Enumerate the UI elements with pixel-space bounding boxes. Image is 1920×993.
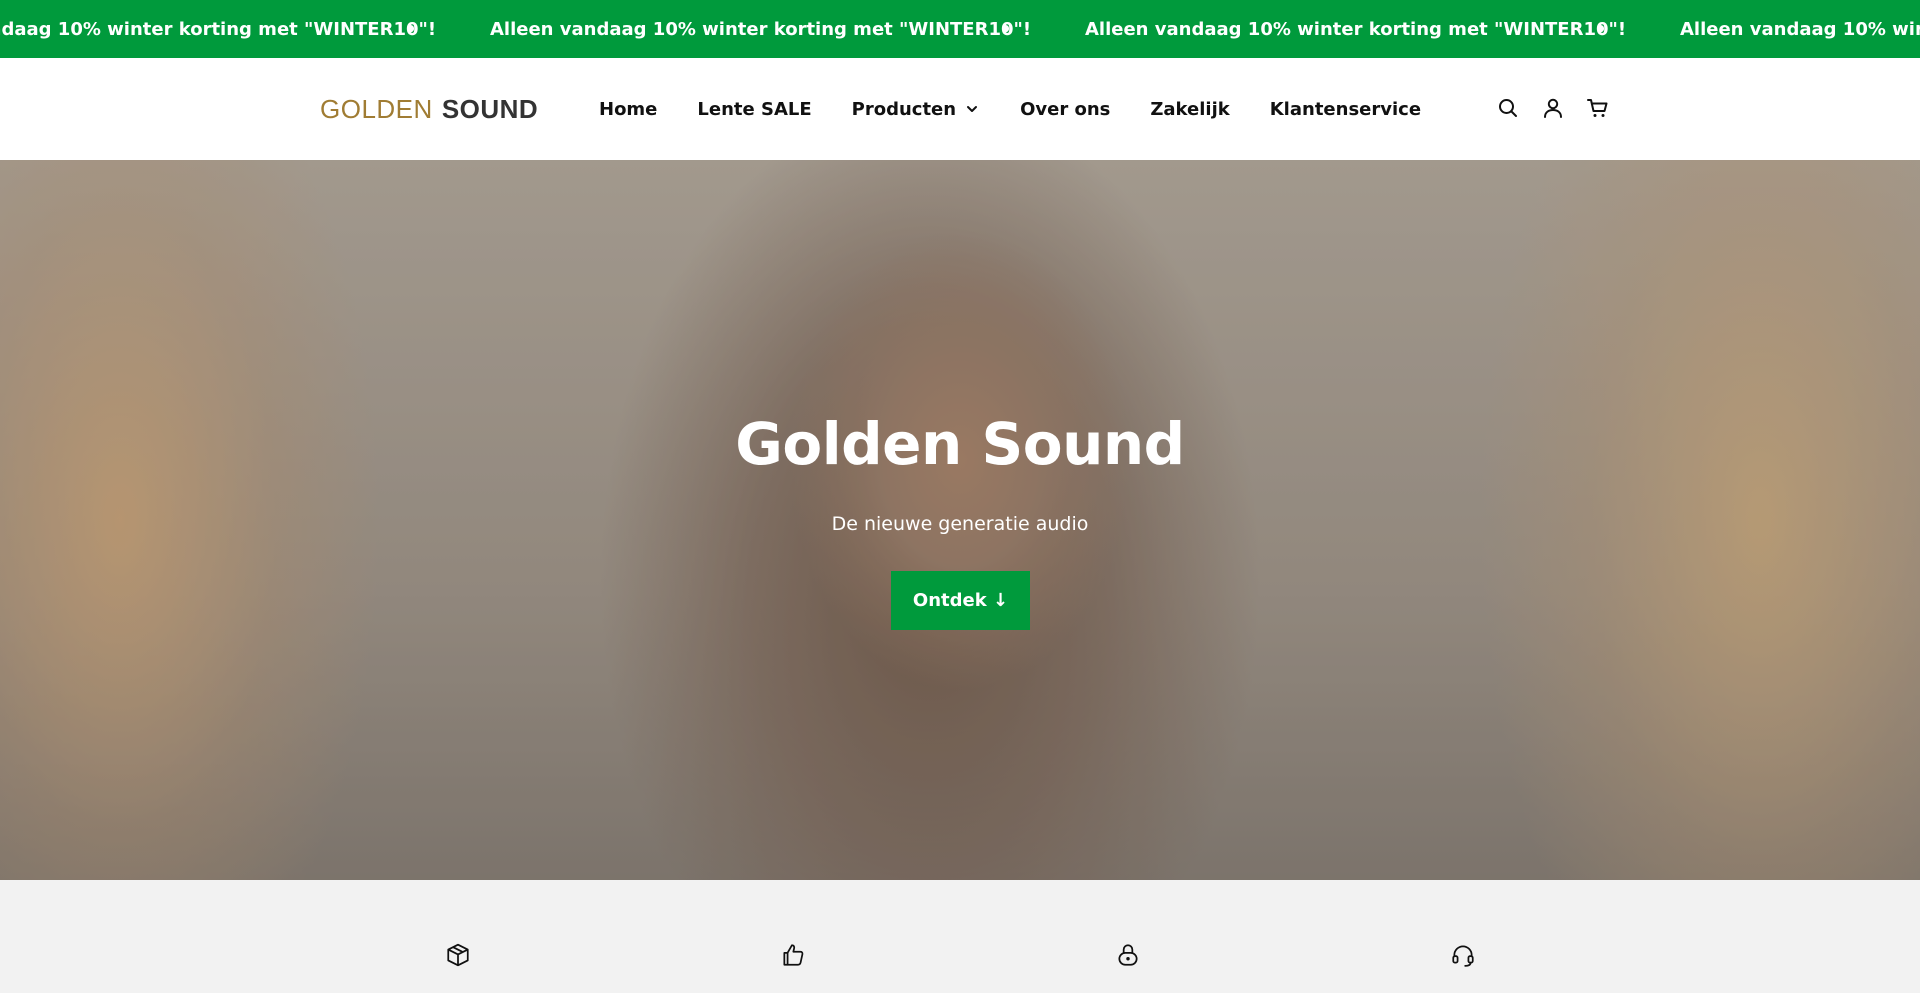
announcement-text: Alleen vandaag 10% winter korting met "W…	[1680, 18, 1920, 40]
announcement-item: Alleen vandaag 10% winter korting met "W…	[1680, 19, 1920, 40]
nav-lente-sale[interactable]: Lente SALE	[697, 99, 811, 120]
logo-text-sound: SOUND	[441, 93, 539, 124]
nav-zakelijk[interactable]: Zakelijk	[1150, 99, 1229, 120]
announcement-item: Alleen vandaag 10% winter korting met "W…	[0, 19, 490, 40]
announcement-track: Alleen vandaag 10% winter korting met "W…	[0, 0, 1920, 58]
package-icon	[447, 943, 469, 967]
announcement-text: Alleen vandaag 10% winter korting met "W…	[1085, 18, 1627, 40]
account-icon[interactable]	[1541, 96, 1565, 120]
announcement-separator: •	[999, 17, 1012, 41]
announcement-separator: •	[404, 17, 417, 41]
nav-over-ons[interactable]: Over ons	[1020, 99, 1110, 120]
announcement-text: Alleen vandaag 10% winter korting met "W…	[490, 18, 1032, 40]
headset-icon	[1452, 945, 1474, 967]
hero-title: Golden Sound	[735, 410, 1185, 478]
nav-klantenservice[interactable]: Klantenservice	[1270, 99, 1421, 120]
discover-button[interactable]: Ontdek ↓	[891, 571, 1030, 630]
nav-home[interactable]: Home	[599, 99, 657, 120]
logo[interactable]: GOLDEN SOUND	[320, 94, 538, 124]
hero-banner: Golden Sound De nieuwe generatie audio O…	[0, 160, 1920, 880]
header-actions	[1496, 96, 1610, 120]
thumbs-up-icon	[783, 944, 804, 966]
hero-subtitle: De nieuwe generatie audio	[831, 513, 1089, 535]
features-strip	[0, 880, 1920, 993]
lock-icon	[1118, 944, 1138, 966]
chevron-down-icon	[967, 106, 978, 112]
nav-producten-label: Producten	[851, 98, 957, 120]
nav-producten[interactable]: Producten	[852, 99, 980, 120]
site-header: GOLDEN SOUND Home Lente SALE Producten O…	[0, 58, 1920, 160]
main-nav: Home Lente SALE Producten Over ons Zakel…	[599, 92, 1461, 126]
announcement-text: Alleen vandaag 10% winter korting met "W…	[0, 18, 437, 40]
logo-text-golden: GOLDEN	[320, 93, 433, 124]
search-icon[interactable]	[1496, 96, 1520, 120]
announcement-item: Alleen vandaag 10% winter korting met "W…	[490, 19, 1085, 40]
announcement-bar: Alleen vandaag 10% winter korting met "W…	[0, 0, 1920, 58]
announcement-separator: •	[1594, 17, 1607, 41]
cart-icon[interactable]	[1586, 96, 1610, 120]
announcement-item: Alleen vandaag 10% winter korting met "W…	[1085, 19, 1680, 40]
